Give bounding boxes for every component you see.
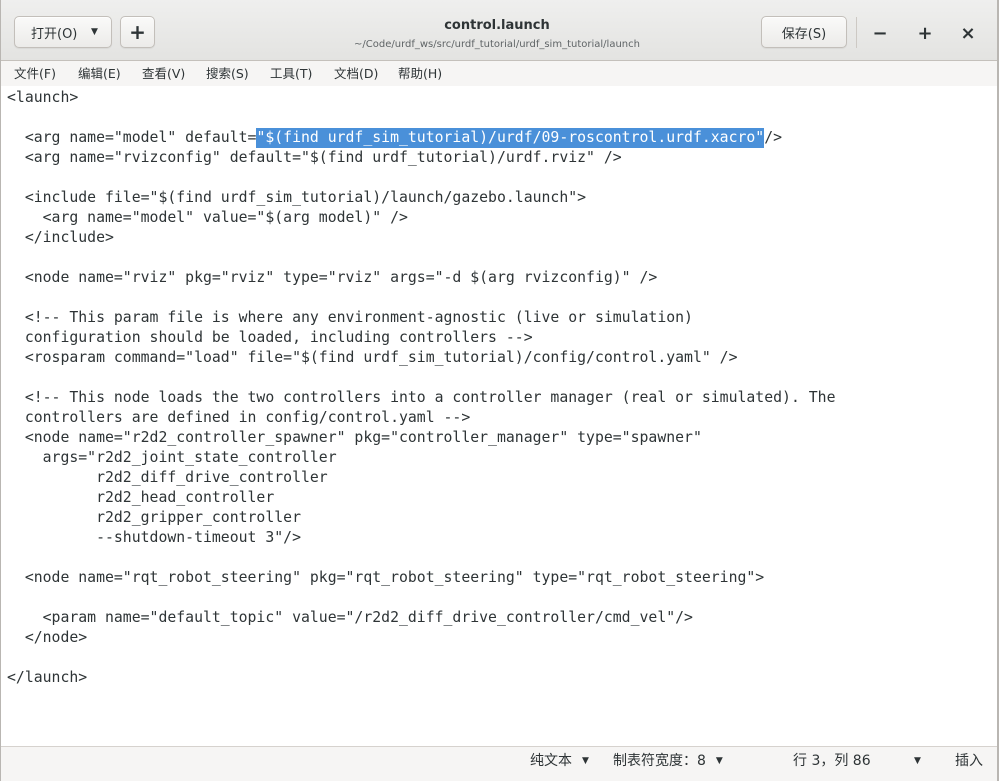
close-icon: × — [960, 22, 976, 44]
minimize-button[interactable]: − — [865, 18, 895, 48]
code-line[interactable]: configuration should be loaded, includin… — [7, 328, 999, 348]
cursor-position-button[interactable]: 行 3，列 86 ▼ — [783, 747, 933, 775]
code-line[interactable] — [7, 248, 999, 268]
code-line[interactable]: r2d2_gripper_controller — [7, 508, 999, 528]
code-text: /> — [764, 129, 783, 146]
menu-view[interactable]: 查看(V) — [133, 61, 197, 86]
code-line[interactable]: r2d2_diff_drive_controller — [7, 468, 999, 488]
save-button[interactable]: 保存(S) — [761, 16, 847, 48]
window-subtitle: ~/Code/urdf_ws/src/urdf_tutorial/urdf_si… — [354, 39, 640, 50]
menu-documents[interactable]: 文档(D) — [325, 61, 389, 86]
language-label: 纯文本 — [530, 753, 572, 769]
code-line[interactable]: args="r2d2_joint_state_controller — [7, 448, 999, 468]
open-button-label: 打开(O) — [31, 26, 78, 42]
code-line[interactable]: controllers are defined in config/contro… — [7, 408, 999, 428]
menu-tools[interactable]: 工具(T) — [261, 61, 325, 86]
window-title: control.launch — [444, 18, 550, 33]
chevron-down-icon: ▼ — [91, 27, 98, 37]
code-line[interactable]: <include file="$(find urdf_sim_tutorial)… — [7, 188, 999, 208]
tab-width-label: 制表符宽度：8 — [613, 753, 706, 769]
new-tab-button[interactable]: + — [120, 16, 155, 48]
text-editor[interactable]: <launch> <arg name="model" default="$(fi… — [0, 86, 999, 746]
code-line[interactable] — [7, 168, 999, 188]
code-line[interactable]: <node name="rqt_robot_steering" pkg="rqt… — [7, 568, 999, 588]
code-line[interactable]: <arg name="model" default="$(find urdf_s… — [7, 128, 999, 148]
header-bar: 打开(O) ▼ + control.launch ~/Code/urdf_ws/… — [0, 0, 999, 61]
maximize-icon: + — [917, 22, 933, 44]
chevron-down-icon: ▼ — [715, 756, 723, 766]
code-line[interactable] — [7, 548, 999, 568]
plus-icon: + — [129, 20, 146, 44]
code-line[interactable]: <arg name="rvizconfig" default="$(find u… — [7, 148, 999, 168]
code-line[interactable]: <!-- This node loads the two controllers… — [7, 388, 999, 408]
minimize-icon: − — [872, 22, 888, 44]
menu-edit[interactable]: 编辑(E) — [69, 61, 133, 86]
language-selector-button[interactable]: 纯文本 ▼ — [520, 747, 599, 775]
code-line[interactable]: </node> — [7, 628, 999, 648]
menu-help[interactable]: 帮助(H) — [389, 61, 453, 86]
code-line[interactable] — [7, 108, 999, 128]
close-button[interactable]: × — [953, 18, 983, 48]
code-line[interactable]: <arg name="model" value="$(arg model)" /… — [7, 208, 999, 228]
save-button-label: 保存(S) — [781, 26, 827, 42]
code-line[interactable]: --shutdown-timeout 3"/> — [7, 528, 999, 548]
code-text: <arg name="model" default= — [7, 129, 257, 146]
code-line[interactable]: <launch> — [7, 88, 999, 108]
title-area: control.launch ~/Code/urdf_ws/src/urdf_t… — [297, 18, 697, 51]
gedit-window: 打开(O) ▼ + control.launch ~/Code/urdf_ws/… — [0, 0, 999, 781]
code-line[interactable] — [7, 288, 999, 308]
code-line[interactable]: <rosparam command="load" file="$(find ur… — [7, 348, 999, 368]
menu-file[interactable]: 文件(F) — [5, 61, 69, 86]
insert-mode-label: 插入 — [955, 753, 983, 769]
open-button[interactable]: 打开(O) ▼ — [14, 16, 112, 48]
cursor-position-label: 行 3，列 86 — [793, 753, 871, 769]
code-line[interactable] — [7, 368, 999, 388]
code-line[interactable]: <node name="rviz" pkg="rviz" type="rviz"… — [7, 268, 999, 288]
code-line[interactable]: <!-- This param file is where any enviro… — [7, 308, 999, 328]
header-separator — [856, 17, 857, 48]
menu-bar: 文件(F) 编辑(E) 查看(V) 搜索(S) 工具(T) 文档(D) 帮助(H… — [0, 61, 999, 86]
maximize-button[interactable]: + — [910, 18, 940, 48]
code-line[interactable]: <param name="default_topic" value="/r2d2… — [7, 608, 999, 628]
code-line[interactable] — [7, 648, 999, 668]
chevron-down-icon: ▼ — [582, 756, 589, 766]
chevron-down-icon: ▼ — [914, 756, 921, 766]
selected-text[interactable]: "$(find urdf_sim_tutorial)/urdf/09-rosco… — [256, 128, 765, 148]
menu-search[interactable]: 搜索(S) — [197, 61, 261, 86]
code-line[interactable]: r2d2_head_controller — [7, 488, 999, 508]
code-line[interactable]: </include> — [7, 228, 999, 248]
code-line[interactable] — [7, 588, 999, 608]
code-line[interactable]: <node name="r2d2_controller_spawner" pkg… — [7, 428, 999, 448]
tab-width-button[interactable]: 制表符宽度：8 ▼ — [603, 747, 733, 775]
status-bar: 纯文本 ▼ 制表符宽度：8 ▼ 行 3，列 86 ▼ 插入 — [0, 746, 999, 781]
code-line[interactable]: </launch> — [7, 668, 999, 688]
